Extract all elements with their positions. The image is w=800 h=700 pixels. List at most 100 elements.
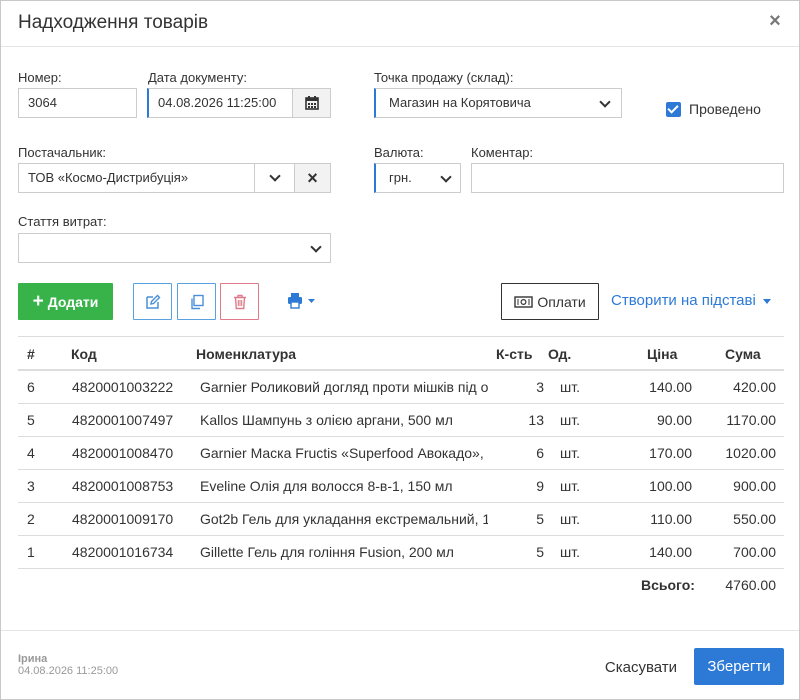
expense-select[interactable]	[18, 233, 331, 263]
chevron-down-icon	[310, 241, 322, 253]
table-row[interactable]: 6 4820001003222 Garnier Роликовий догляд…	[18, 371, 784, 404]
author-name: Ірина	[18, 653, 48, 665]
total-label: Всього:	[641, 577, 695, 593]
row-code: 4820001008753	[72, 478, 174, 494]
printer-icon	[288, 293, 315, 309]
row-num: 6	[27, 379, 35, 395]
column-header-code[interactable]: Код	[71, 346, 97, 362]
row-code: 4820001007497	[72, 412, 174, 428]
number-field[interactable]: 3064	[18, 88, 137, 118]
row-name: Gillette Гель для гоління Fusion, 200 мл	[200, 544, 454, 560]
column-header-unit[interactable]: Од.	[548, 346, 571, 362]
table-row[interactable]: 3 4820001008753 Eveline Олія для волосся…	[18, 470, 784, 503]
receipt-modal: Надходження товарів × Номер: 3064 Дата д…	[0, 0, 800, 700]
table-row[interactable]: 5 4820001007497 Kallos Шампунь з олією а…	[18, 404, 784, 437]
add-button[interactable]: + Додати	[18, 283, 113, 320]
create-based-on-label: Створити на підставі	[611, 292, 756, 309]
modal-title: Надходження товарів	[18, 12, 209, 33]
supplier-dropdown-button[interactable]	[254, 163, 295, 193]
payment-button[interactable]: Оплати	[501, 283, 599, 320]
table-header: # Код Номенклатура К-сть Од. Ціна Сума	[18, 336, 784, 371]
table-row[interactable]: 4 4820001008470 Garnier Маска Fructis «S…	[18, 437, 784, 470]
comment-label: Коментар:	[471, 145, 534, 160]
row-unit: шт.	[560, 412, 580, 428]
date-field[interactable]: 04.08.2026 11:25:00	[147, 88, 293, 118]
currency-select-value: грн.	[389, 170, 412, 185]
row-price: 100.00	[649, 478, 692, 494]
supplier-clear-button[interactable]: ×	[294, 163, 331, 193]
calendar-button[interactable]	[292, 88, 331, 118]
row-num: 1	[27, 544, 35, 560]
chevron-down-icon	[268, 169, 281, 182]
supplier-field[interactable]: ТОВ «Космо-Дистрибуція»	[18, 163, 255, 193]
copy-icon	[190, 294, 204, 309]
row-code: 4820001009170	[72, 511, 174, 527]
row-sum: 1170.00	[726, 412, 776, 428]
row-unit: шт.	[560, 478, 580, 494]
row-name: Garnier Маска Fructis «Superfood Авокадо…	[200, 445, 488, 461]
posted-checkbox[interactable]	[666, 102, 681, 117]
modal-footer: Ірина 04.08.2026 11:25:00 Скасувати Збер…	[1, 630, 799, 700]
row-price: 170.00	[649, 445, 692, 461]
number-label: Номер:	[18, 70, 62, 85]
table-row[interactable]: 2 4820001009170 Got2b Гель для укладання…	[18, 503, 784, 536]
row-num: 2	[27, 511, 35, 527]
supplier-label: Постачальник:	[18, 145, 106, 160]
row-code: 4820001008470	[72, 445, 174, 461]
copy-button[interactable]	[177, 283, 216, 320]
store-label: Точка продажу (склад):	[374, 70, 514, 85]
row-sum: 1020.00	[725, 445, 776, 461]
row-qty: 5	[536, 544, 544, 560]
row-name: Eveline Олія для волосся 8-в-1, 150 мл	[200, 478, 453, 494]
row-name: Kallos Шампунь з олією аргани, 500 мл	[200, 412, 453, 428]
close-icon: ×	[769, 10, 781, 32]
currency-label: Валюта:	[374, 145, 424, 160]
row-name: Garnier Роликовий догляд проти мішків пі…	[200, 379, 488, 395]
row-price: 90.00	[656, 412, 692, 428]
money-icon	[514, 295, 534, 308]
row-qty: 6	[536, 445, 544, 461]
column-header-sum[interactable]: Сума	[725, 346, 761, 362]
column-header-price[interactable]: Ціна	[647, 346, 677, 362]
row-code: 4820001016734	[72, 544, 174, 560]
row-unit: шт.	[560, 544, 580, 560]
row-qty: 3	[536, 379, 544, 395]
row-num: 3	[27, 478, 35, 494]
column-header-num[interactable]: #	[27, 346, 35, 362]
row-num: 4	[27, 445, 35, 461]
clear-icon: ×	[307, 167, 318, 188]
posted-label: Проведено	[689, 101, 761, 117]
store-select-value: Магазин на Корятовича	[389, 95, 531, 110]
row-qty: 13	[528, 412, 544, 428]
edit-button[interactable]	[133, 283, 172, 320]
cancel-button[interactable]: Скасувати	[597, 649, 685, 685]
date-label: Дата документу:	[148, 70, 247, 85]
table-row[interactable]: 1 4820001016734 Gillette Гель для голінн…	[18, 536, 784, 569]
row-sum: 550.00	[733, 511, 776, 527]
chevron-down-icon	[440, 171, 452, 183]
author-timestamp: 04.08.2026 11:25:00	[18, 665, 119, 677]
calendar-icon	[304, 96, 319, 110]
row-price: 140.00	[649, 379, 692, 395]
row-unit: шт.	[560, 511, 580, 527]
row-num: 5	[27, 412, 35, 428]
close-button[interactable]: ×	[765, 10, 785, 32]
comment-field[interactable]	[471, 163, 784, 193]
delete-button[interactable]	[220, 283, 259, 320]
row-unit: шт.	[560, 379, 580, 395]
plus-icon: +	[32, 290, 44, 312]
trash-icon	[233, 294, 246, 309]
column-header-qty[interactable]: К-сть	[496, 346, 532, 362]
row-qty: 9	[536, 478, 544, 494]
store-select[interactable]: Магазин на Корятовича	[374, 88, 622, 118]
chevron-down-icon	[599, 96, 611, 108]
caret-down-icon	[763, 298, 772, 304]
column-header-name[interactable]: Номенклатура	[196, 346, 296, 362]
save-button[interactable]: Зберегти	[694, 648, 784, 685]
print-button[interactable]	[287, 292, 317, 310]
currency-select[interactable]: грн.	[374, 163, 461, 193]
create-based-on-dropdown[interactable]: Створити на підставі	[611, 292, 772, 309]
row-qty: 5	[536, 511, 544, 527]
modal-header: Надходження товарів ×	[1, 1, 799, 47]
expense-label: Стаття витрат:	[18, 214, 107, 229]
